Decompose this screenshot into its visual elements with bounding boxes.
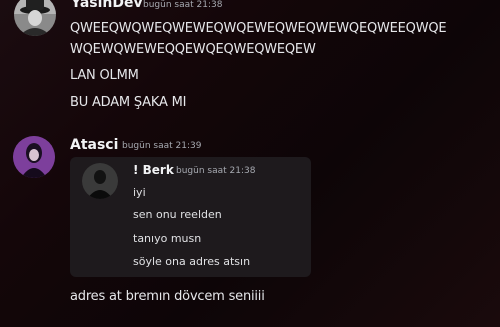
avatar[interactable] <box>13 136 55 178</box>
embed-line: tanıyo musn <box>133 232 202 245</box>
message-author[interactable]: Atasci <box>70 137 118 153</box>
avatar[interactable] <box>82 163 118 199</box>
avatar[interactable] <box>14 0 56 36</box>
embed-author[interactable]: ! Berk <box>133 163 174 177</box>
embed-line: iyi <box>133 186 146 199</box>
embed-timestamp: bugün saat 21:38 <box>176 166 256 176</box>
message-line: WQEWQWEWEQQEWQEQWEQWEQEW <box>70 42 316 57</box>
quoted-message-embed[interactable]: ! Berk bugün saat 21:38 iyi sen onu reel… <box>70 157 311 277</box>
embed-line: söyle ona adres atsın <box>133 255 251 268</box>
message-timestamp: bugün saat 21:38 <box>143 0 223 10</box>
message-line: QWEEQWQWEQWEWEQWQEWEQWEQWEWQEQWEEQWQE <box>70 21 447 36</box>
message-timestamp: bugün saat 21:39 <box>122 141 202 151</box>
man-in-hat-avatar-icon <box>14 0 56 36</box>
dark-figure-avatar-icon <box>82 163 118 199</box>
embed-line: sen onu reelden <box>133 208 222 221</box>
message-author[interactable]: YasinDev <box>71 0 143 11</box>
message-line: adres at bremın dövcem seniiii <box>70 289 265 304</box>
message-line: BU ADAM ŞAKA MI <box>70 95 187 110</box>
message-line: LAN OLMM <box>70 68 139 83</box>
purple-figure-avatar-icon <box>13 136 55 178</box>
